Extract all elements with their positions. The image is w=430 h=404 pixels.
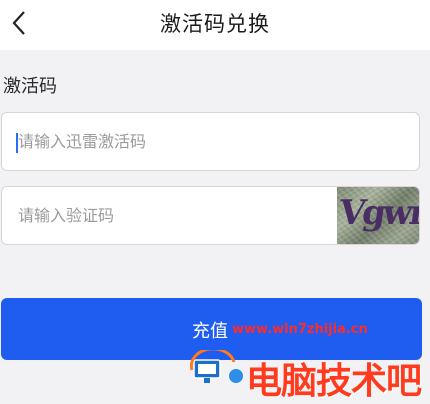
captcha-image[interactable]: Vgwm	[337, 187, 419, 244]
page-title: 激活码兑换	[160, 12, 270, 36]
top-bar: 激活码兑换	[0, 0, 430, 50]
watermark-brand: 电脑技术吧	[246, 361, 422, 402]
watermark-url: www.win7zhijia.cn	[232, 322, 368, 337]
captcha-image-text: Vgwm	[337, 193, 419, 233]
activation-code-input[interactable]	[18, 113, 318, 170]
activation-code-label: 激活码	[3, 76, 57, 97]
captcha-field[interactable]: Vgwm	[1, 186, 420, 245]
captcha-input[interactable]	[18, 187, 318, 244]
watermark-logo-icon	[190, 350, 243, 383]
recharge-button-label: 充值	[192, 321, 228, 342]
activation-code-field[interactable]	[1, 112, 420, 171]
